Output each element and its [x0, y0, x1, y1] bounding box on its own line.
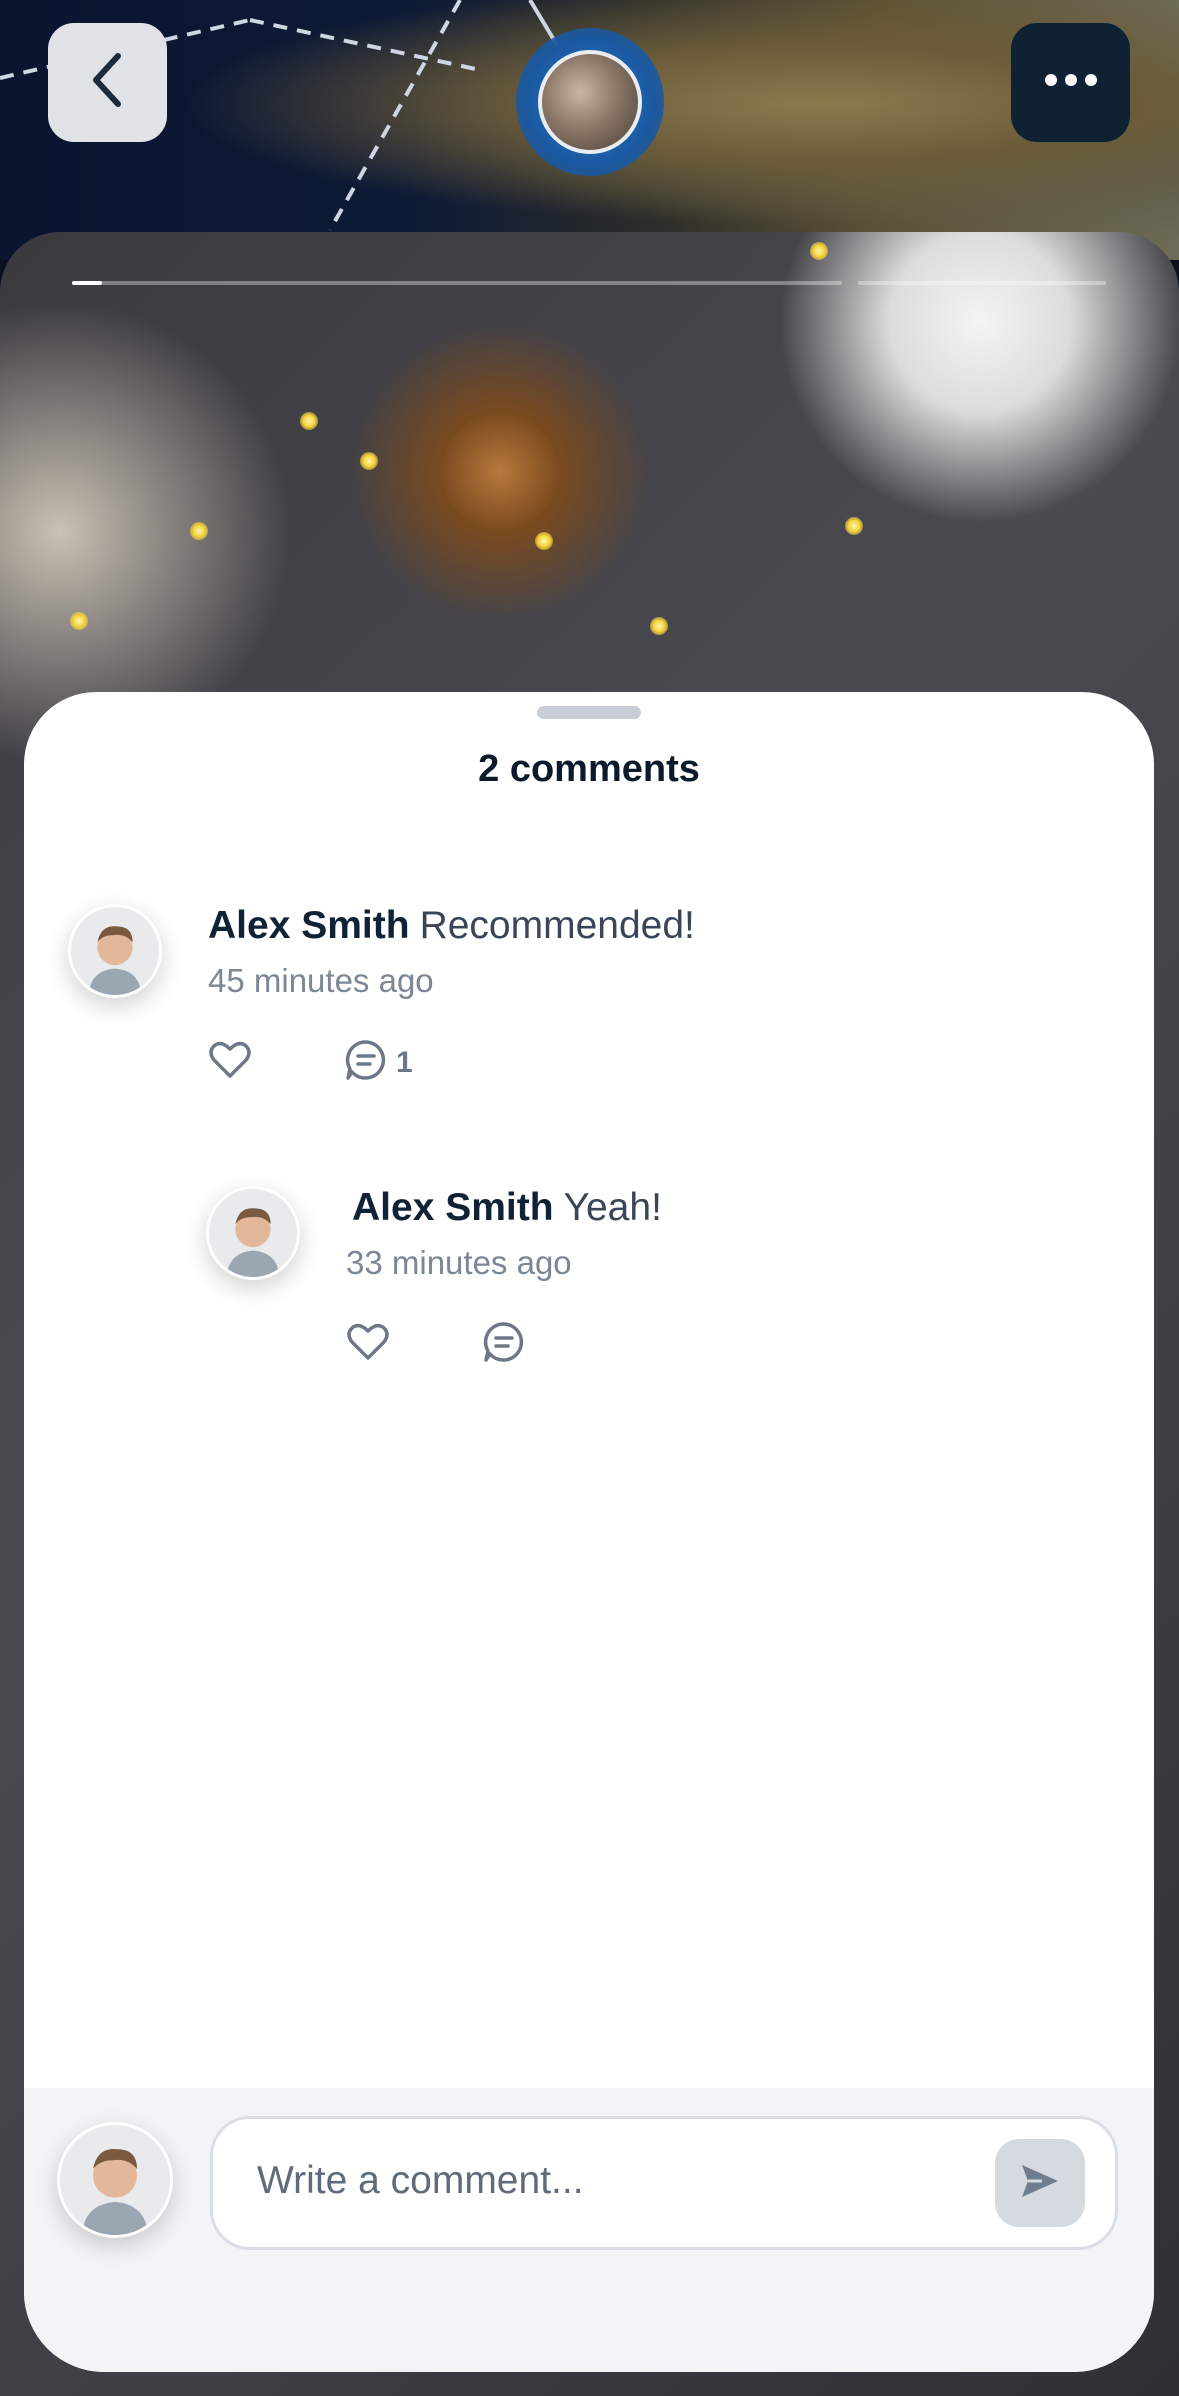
chat-bubble-icon	[482, 1320, 526, 1369]
more-horizontal-icon	[1043, 72, 1099, 93]
string-light	[845, 517, 863, 535]
comment-text: Yeah!	[563, 1186, 662, 1229]
reply-button[interactable]	[482, 1320, 526, 1369]
comment-timestamp: 33 minutes ago	[346, 1244, 572, 1281]
send-button[interactable]	[995, 2139, 1085, 2227]
location-photo-pin[interactable]	[516, 28, 664, 176]
string-light	[650, 617, 668, 635]
like-button[interactable]	[346, 1322, 390, 1367]
comment-text: Recommended!	[419, 904, 695, 947]
send-icon	[1018, 2161, 1062, 2206]
chevron-left-icon	[86, 50, 130, 115]
comment-input[interactable]: Write a comment...	[210, 2116, 1118, 2250]
string-light	[360, 452, 378, 470]
string-light	[810, 242, 828, 260]
avatar[interactable]	[68, 904, 162, 998]
sheet-drag-handle[interactable]	[537, 706, 641, 719]
chat-bubble-icon	[344, 1038, 388, 1087]
pin-thumbnail	[538, 50, 642, 154]
reply-count: 1	[396, 1045, 413, 1079]
story-progress-bar	[72, 281, 842, 285]
heart-icon	[346, 1322, 390, 1367]
avatar[interactable]	[206, 1186, 300, 1280]
comment-line: Alex Smith Yeah!	[352, 1186, 662, 1230]
reply-button[interactable]: 1	[344, 1038, 413, 1087]
story-progress-fill	[72, 281, 102, 285]
string-light	[300, 412, 318, 430]
comment-line: Alex Smith Recommended!	[208, 904, 695, 948]
comments-count-title: 2 comments	[478, 748, 700, 790]
comment-timestamp: 45 minutes ago	[208, 962, 434, 999]
current-user-avatar	[57, 2122, 173, 2238]
comment-author[interactable]: Alex Smith	[208, 904, 410, 947]
string-light	[190, 522, 208, 540]
more-options-button[interactable]	[1011, 23, 1130, 142]
comment-input-placeholder: Write a comment...	[257, 2159, 584, 2202]
like-button[interactable]	[208, 1040, 252, 1085]
back-button[interactable]	[48, 23, 167, 142]
string-light	[535, 532, 553, 550]
comments-sheet: 2 comments Alex Smith Recommended! 45 min…	[24, 692, 1154, 2372]
heart-icon	[208, 1040, 252, 1085]
comment-author[interactable]: Alex Smith	[352, 1186, 554, 1229]
story-progress-bar	[858, 281, 1106, 285]
comment-composer: Write a comment...	[24, 2088, 1154, 2372]
string-light	[70, 612, 88, 630]
map-header	[0, 0, 1179, 260]
